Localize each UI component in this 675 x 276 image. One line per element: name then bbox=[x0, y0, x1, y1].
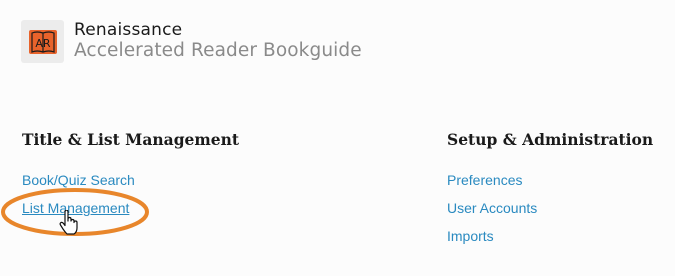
section-title-title-list-management: Title & List Management bbox=[22, 130, 240, 149]
brand-header[interactable]: AR Renaissance Accelerated Reader Bookgu… bbox=[21, 20, 362, 63]
brand-name: Renaissance bbox=[74, 20, 183, 40]
page: AR Renaissance Accelerated Reader Bookgu… bbox=[0, 0, 675, 276]
hand-pointer-icon bbox=[59, 210, 78, 235]
preferences-link[interactable]: Preferences bbox=[447, 172, 522, 188]
ar-logo-icon: AR bbox=[21, 20, 64, 63]
user-accounts-link[interactable]: User Accounts bbox=[447, 200, 537, 216]
product-name: Accelerated Reader Bookguide bbox=[74, 40, 362, 61]
logo-text: AR bbox=[35, 37, 51, 50]
imports-link[interactable]: Imports bbox=[447, 228, 494, 244]
section-title-setup-administration: Setup & Administration bbox=[447, 130, 654, 149]
book-quiz-search-link[interactable]: Book/Quiz Search bbox=[22, 172, 135, 188]
